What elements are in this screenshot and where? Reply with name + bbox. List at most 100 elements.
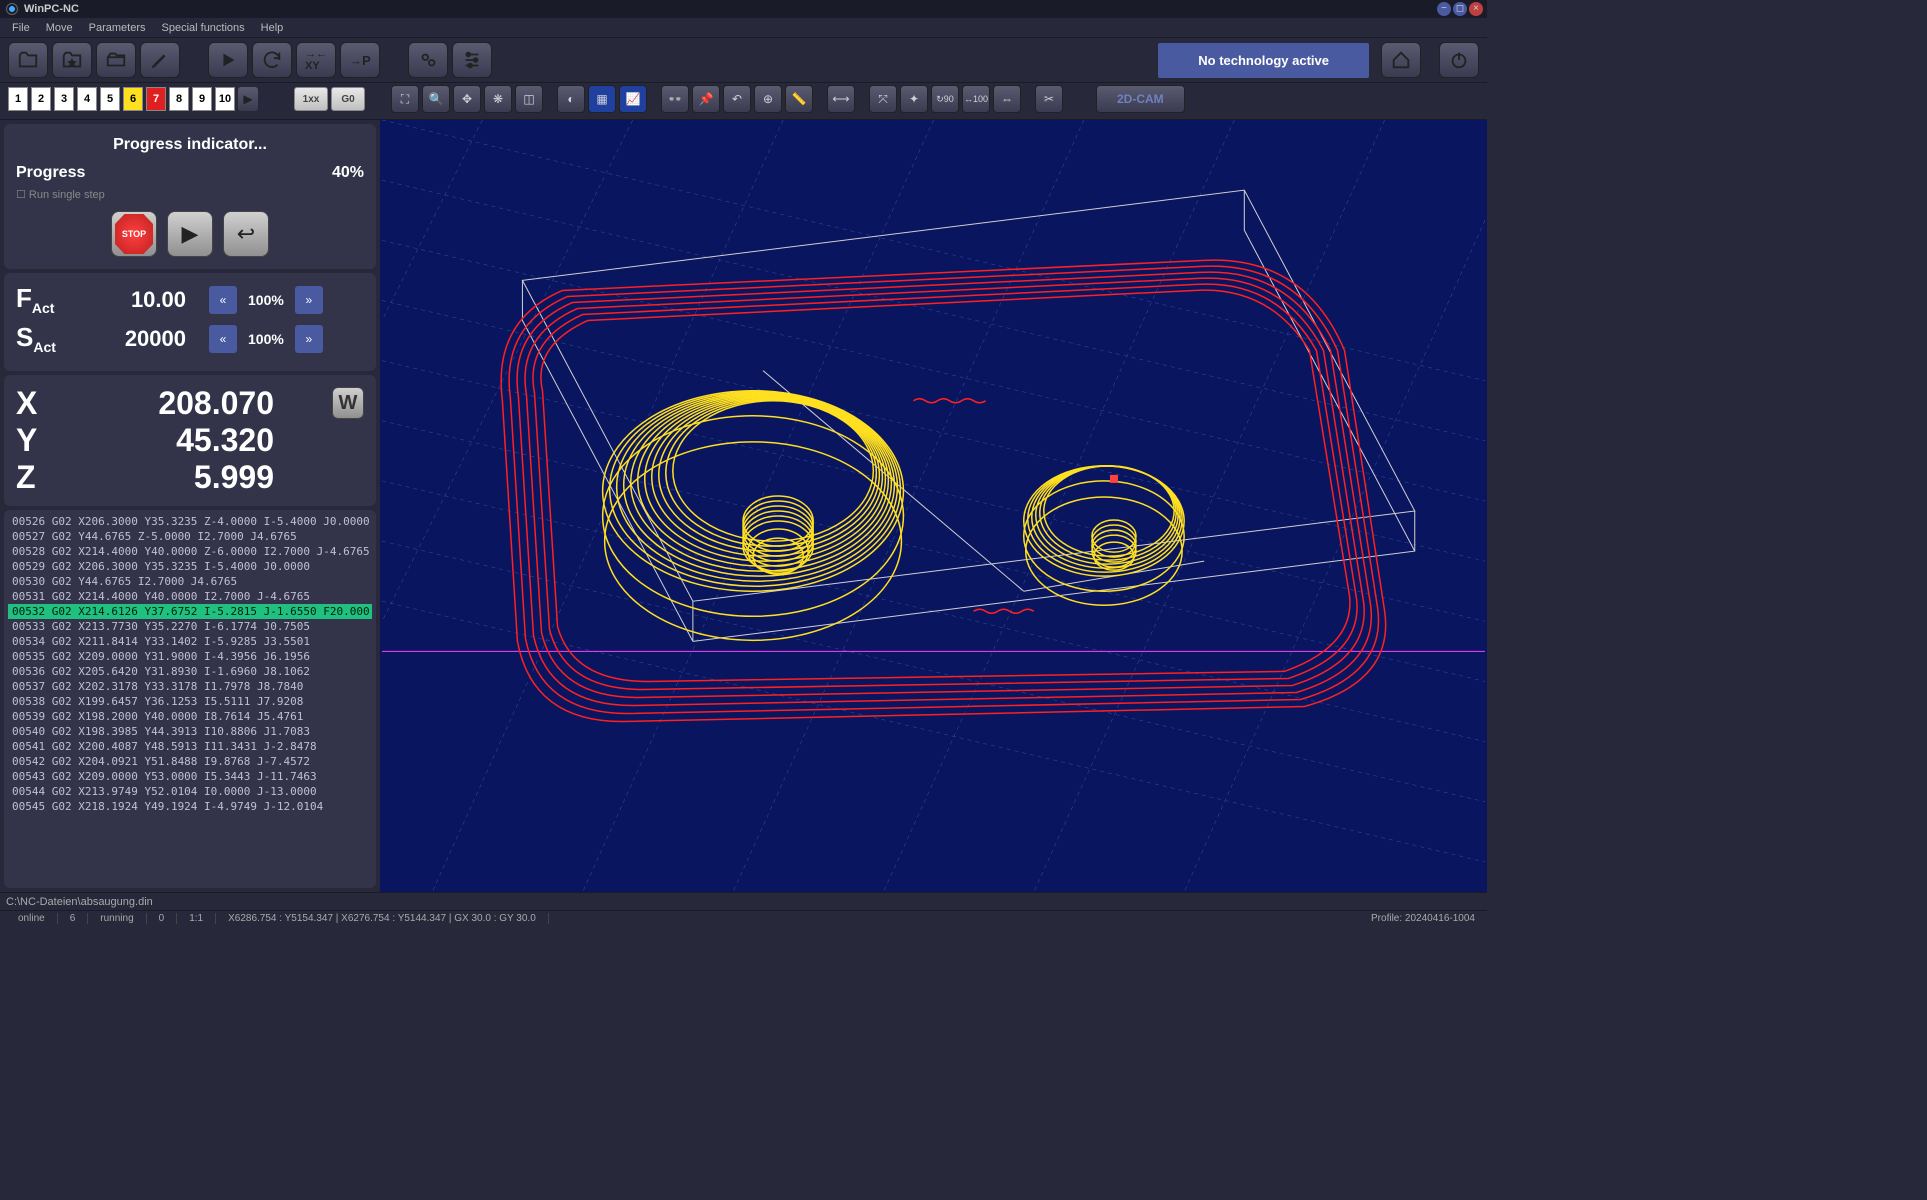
gcode-line[interactable]: 00526 G02 X206.3000 Y35.3235 Z-4.0000 I-… [8,514,372,529]
spindle-decrease-button[interactable]: « [209,325,237,353]
tool-7-button[interactable]: 7 [146,87,166,111]
play-button[interactable] [208,42,248,78]
center-button[interactable]: ✦ [900,85,928,113]
lbl-1xx[interactable]: 1xx [294,87,328,111]
gcode-line[interactable]: 00541 G02 X200.4087 Y48.5913 I11.3431 J-… [8,739,372,754]
menubar: File Move Parameters Special functions H… [0,18,1487,38]
pan-button[interactable]: ✥ [453,85,481,113]
edit-button[interactable] [140,42,180,78]
gcode-line[interactable]: 00538 G02 X199.6457 Y36.1253 I5.5111 J7.… [8,694,372,709]
y-value: 45.320 [66,422,364,459]
coordinates-panel: W X208.070 Y45.320 Z5.999 [4,375,376,506]
feed-increase-button[interactable]: » [295,286,323,314]
gcode-line[interactable]: 00530 G02 Y44.6765 I2.7000 J4.6765 [8,574,372,589]
glasses-button[interactable]: 👓 [661,85,689,113]
gcode-line[interactable]: 00532 G02 X214.6126 Y37.6752 I-5.2815 J-… [8,604,372,619]
tool-4-button[interactable]: 4 [77,87,97,111]
gcode-panel[interactable]: 00526 G02 X206.3000 Y35.3235 Z-4.0000 I-… [4,510,376,888]
gcode-line[interactable]: 00536 G02 X205.6420 Y31.8930 I-1.6960 J8… [8,664,372,679]
gcode-line[interactable]: 00542 G02 X204.0921 Y51.8488 I9.8768 J-7… [8,754,372,769]
gcode-line[interactable]: 00537 G02 X202.3178 Y33.3178 I1.7978 J8.… [8,679,372,694]
viewport-3d[interactable] [380,120,1487,892]
tool-10-button[interactable]: 10 [215,87,235,111]
return-button[interactable]: ↩ [223,211,269,257]
gcode-line[interactable]: 00527 G02 Y44.6765 Z-5.0000 I2.7000 J4.6… [8,529,372,544]
extents-button[interactable]: ⤧ [869,85,897,113]
status-scale: 1:1 [177,913,216,924]
gcode-line[interactable]: 00533 G02 X213.7730 Y35.2270 I-6.1774 J0… [8,619,372,634]
menu-special[interactable]: Special functions [154,20,253,36]
resume-button[interactable]: ▶ [167,211,213,257]
zoom-button[interactable]: 🔍 [422,85,450,113]
open-favorite-button[interactable] [52,42,92,78]
open-button[interactable] [8,42,48,78]
grid-button[interactable]: ▦ [588,85,616,113]
left-panel: Progress indicator... Progress 40% Run s… [0,120,380,892]
tool-8-button[interactable]: 8 [169,87,189,111]
lbl-g0[interactable]: G0 [331,87,365,111]
menu-file[interactable]: File [4,20,38,36]
gcode-line[interactable]: 00529 G02 X206.3000 Y35.3235 I-5.4000 J0… [8,559,372,574]
stop-button[interactable]: STOP [111,211,157,257]
feed-label: FAct [16,283,76,316]
gcode-line[interactable]: 00535 G02 X209.0000 Y31.9000 I-4.3956 J6… [8,649,372,664]
scale100-button[interactable]: ↔100 [962,85,990,113]
home-button[interactable] [1381,42,1421,78]
cam-button[interactable]: 2D-CAM [1096,85,1185,113]
close-button[interactable]: × [1469,2,1483,16]
spindle-label: SAct [16,322,76,355]
z-value: 5.999 [66,459,364,496]
z-axis-label: Z [16,459,66,496]
fit-view-button[interactable]: ⛶ [391,85,419,113]
run-single-step-checkbox[interactable]: Run single step [16,188,364,201]
tool-6-button[interactable]: 6 [123,87,143,111]
move-xy-button[interactable]: →←XY [296,42,336,78]
tool-2-button[interactable]: 2 [31,87,51,111]
feed-value: 10.00 [76,287,186,313]
menu-move[interactable]: Move [38,20,81,36]
status-zero: 0 [147,913,178,924]
menu-parameters[interactable]: Parameters [81,20,154,36]
tool-5-button[interactable]: 5 [100,87,120,111]
rot90-button[interactable]: ↻90 [931,85,959,113]
tool-next-button[interactable]: ▶ [238,87,258,111]
gcode-line[interactable]: 00531 G02 X214.4000 Y40.0000 I2.7000 J-4… [8,589,372,604]
distance-button[interactable]: ⟷ [827,85,855,113]
gcode-line[interactable]: 00528 G02 X214.4000 Y40.0000 Z-6.0000 I2… [8,544,372,559]
maximize-button[interactable]: ◻ [1453,2,1467,16]
gcode-line[interactable]: 00534 G02 X211.8414 Y33.1402 I-5.9285 J3… [8,634,372,649]
tool-9-button[interactable]: 9 [192,87,212,111]
spindle-percent: 100% [248,331,284,347]
gcode-line[interactable]: 00543 G02 X209.0000 Y53.0000 I5.3443 J-1… [8,769,372,784]
open-recent-button[interactable] [96,42,136,78]
undo-button[interactable]: ↶ [723,85,751,113]
cube-button[interactable]: ◫ [515,85,543,113]
tool-1-button[interactable]: 1 [8,87,28,111]
main-toolbar: →←XY →P No technology active [0,38,1487,83]
status-coords: X6286.754 : Y5154.347 | X6276.754 : Y514… [216,913,549,924]
gcode-line[interactable]: 00539 G02 X198.2000 Y40.0000 I8.7614 J5.… [8,709,372,724]
feed-decrease-button[interactable]: « [209,286,237,314]
rotate-button[interactable]: ❋ [484,85,512,113]
menu-help[interactable]: Help [253,20,292,36]
spindle-increase-button[interactable]: » [295,325,323,353]
crop-button[interactable]: ✂ [1035,85,1063,113]
wcs-button[interactable]: W [332,387,364,419]
contrast-button[interactable]: ◐ [557,85,585,113]
ruler-button[interactable]: 📏 [785,85,813,113]
sliders-button[interactable] [452,42,492,78]
gcode-line[interactable]: 00540 G02 X198.3985 Y44.3913 I10.8806 J1… [8,724,372,739]
gcode-line[interactable]: 00544 G02 X213.9749 Y52.0104 I0.0000 J-1… [8,784,372,799]
mirror-button[interactable]: ⇔ [993,85,1021,113]
chart-button[interactable]: 📈 [619,85,647,113]
tool-3-button[interactable]: 3 [54,87,74,111]
minimize-button[interactable]: − [1437,2,1451,16]
status-online: online [6,913,58,924]
gcode-line[interactable]: 00545 G02 X218.1924 Y49.1924 I-4.9749 J-… [8,799,372,814]
reload-button[interactable] [252,42,292,78]
power-button[interactable] [1439,42,1479,78]
move-p-button[interactable]: →P [340,42,380,78]
pin-button[interactable]: 📌 [692,85,720,113]
target-button[interactable]: ⊕ [754,85,782,113]
settings-button[interactable] [408,42,448,78]
